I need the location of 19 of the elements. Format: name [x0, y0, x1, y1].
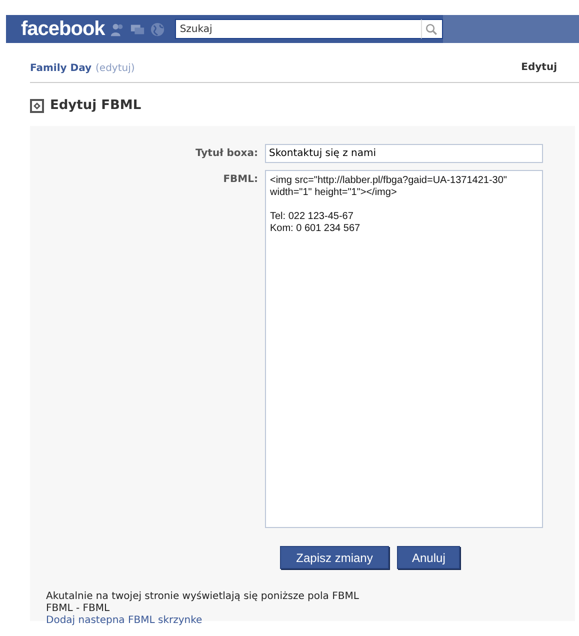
fbml-icon: [30, 98, 44, 112]
field-label: Tytuł boxa:: [194, 147, 258, 161]
globe-icon[interactable]: [150, 22, 165, 36]
fbml-textarea[interactable]: <img src="http://labber.pl/fbga?gaid=UA-1371421-30" width="1" height="1"></img> Tel: 022 123-45-67 Kom: 0 601 234 567: [265, 170, 543, 528]
field-label: FBML:: [222, 173, 258, 187]
search-field[interactable]: Szukaj: [174, 19, 421, 39]
section-title: Edytuj FBML: [50, 98, 142, 113]
cancel-button[interactable]: Anuluj: [397, 546, 460, 569]
add-fbml-link[interactable]: Dodaj nastepna FBML skrzynke: [46, 615, 575, 627]
logo[interactable]: facebook: [21, 18, 105, 40]
edit-link[interactable]: Edytuj: [521, 62, 557, 73]
save-button[interactable]: Zapisz zmiany: [280, 546, 389, 569]
title-input[interactable]: Skontaktuj się z nami: [265, 144, 543, 163]
search-icon: [425, 22, 438, 36]
friends-icon[interactable]: [110, 22, 125, 36]
page-name[interactable]: Family Day: [30, 63, 92, 74]
search-button[interactable]: [420, 19, 443, 39]
info-text: Akutalnie na twojej stronie wyświetlają się poniższe pola FBML: [46, 591, 360, 603]
fbml-entry: FBML - FBML: [46, 603, 111, 615]
